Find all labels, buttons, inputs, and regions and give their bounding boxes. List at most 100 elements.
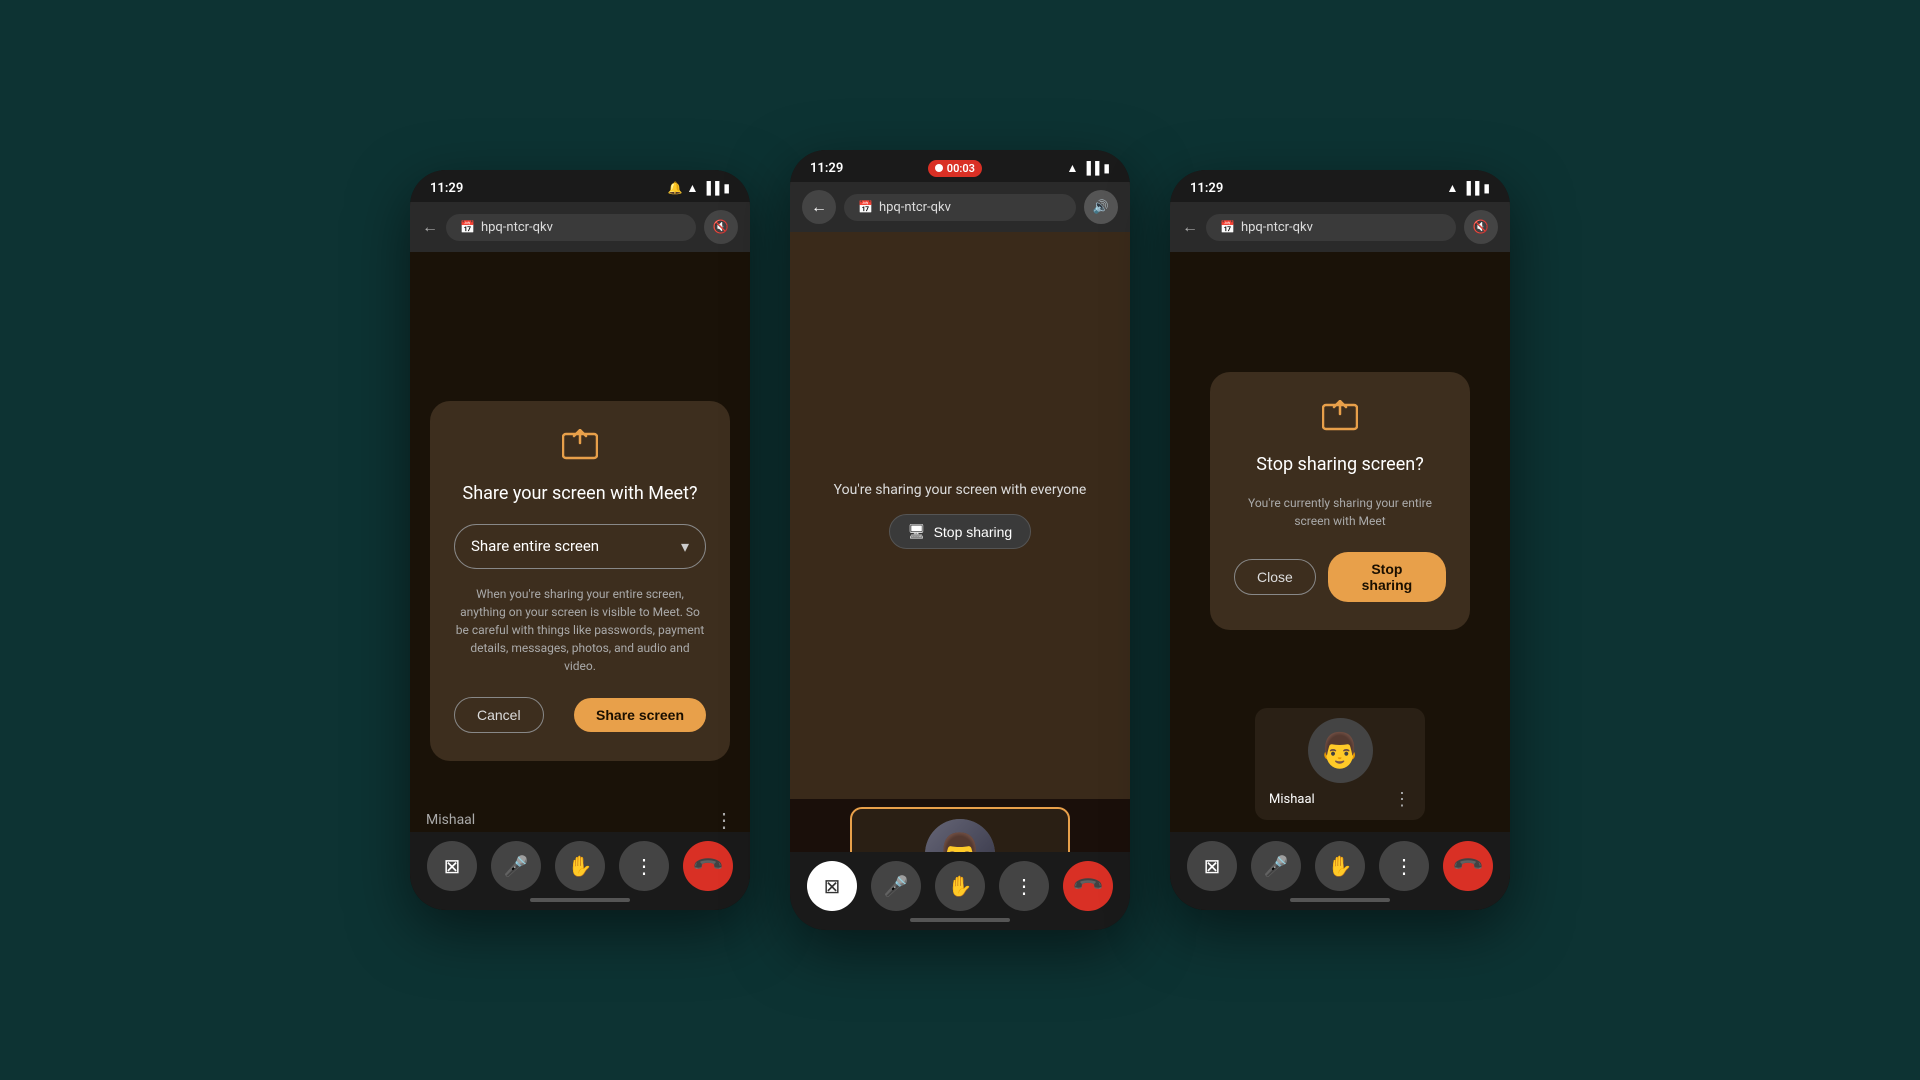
phone2-status-icons: ▲ ▐▐ ▮ — [1066, 161, 1110, 175]
phone3-dialog-card: Stop sharing screen? You're currently sh… — [1210, 372, 1470, 630]
phone3-dialog-actions: Close Stop sharing — [1234, 552, 1446, 602]
phone3-status-icons: ▲ ▐▐ ▮ — [1446, 181, 1490, 195]
phone3-url-bar[interactable]: 📅 hpq-ntcr-qkv — [1206, 214, 1456, 241]
phone3-end-call-button[interactable]: 📞 — [1443, 841, 1493, 891]
phone1-browser-bar: ← 📅 hpq-ntcr-qkv 🔇 — [410, 202, 750, 252]
phone3-dialog-title: Stop sharing screen? — [1234, 453, 1446, 476]
rec-dot — [935, 164, 943, 172]
phone2-back-button[interactable]: ← — [802, 190, 836, 224]
phone1-status-icons: 🔔 ▲ ▐▐ ▮ — [668, 181, 730, 195]
phone3-dialog-body: You're currently sharing your entire scr… — [1234, 494, 1446, 530]
phone3-time: 11:29 — [1190, 181, 1223, 196]
phone2-frame: 11:29 00:03 ▲ ▐▐ ▮ ← 📅 hpq-ntcr-qkv 🔊 — [790, 150, 1130, 930]
cancel-button[interactable]: Cancel — [454, 697, 544, 733]
battery-icon: ▮ — [1483, 181, 1490, 195]
phone2-time: 11:29 — [810, 161, 843, 176]
phone1-dialog-actions: Cancel Share screen — [454, 697, 706, 733]
phone2-browser-bar: ← 📅 hpq-ntcr-qkv 🔊 — [790, 182, 1130, 232]
phone3-tile-label: Mishaal ⋮ — [1265, 789, 1415, 810]
more-icon: ⋮ — [1014, 874, 1034, 898]
phone1-status-bar: 11:29 🔔 ▲ ▐▐ ▮ — [410, 170, 750, 202]
home-indicator — [530, 898, 630, 902]
phone1-more-icon[interactable]: ⋮ — [714, 808, 734, 832]
more-icon: ⋮ — [634, 854, 654, 878]
end-call-icon: 📞 — [1071, 869, 1106, 904]
audio-icon: 🔇 — [713, 220, 729, 235]
calendar-icon: 📅 — [858, 200, 873, 214]
phone2-mic-button[interactable]: 🎤 — [871, 861, 921, 911]
phone3-dialog-icon-area — [1234, 400, 1446, 439]
more-icon: ⋮ — [1394, 854, 1414, 878]
calendar-icon: 📅 — [1220, 220, 1235, 234]
wifi-icon: ▲ — [686, 181, 698, 195]
phone1-time: 11:29 — [430, 181, 463, 196]
mic-icon: 🎤 — [884, 874, 909, 898]
stop-sharing-confirm-button[interactable]: Stop sharing — [1328, 552, 1446, 602]
phone1-dropdown-value: Share entire screen — [471, 537, 599, 555]
hand-icon: ✋ — [568, 854, 593, 878]
signal-icon: ▐▐ — [1082, 161, 1099, 175]
wifi-icon: ▲ — [1446, 181, 1458, 195]
raise-hand-button[interactable]: ✋ — [555, 841, 605, 891]
phone3-body: Stop sharing screen? You're currently sh… — [1170, 252, 1510, 910]
phone3-status-bar: 11:29 ▲ ▐▐ ▮ — [1170, 170, 1510, 202]
phone3-user-avatar: 👨 — [1308, 718, 1373, 783]
battery-icon: ▮ — [723, 181, 730, 195]
stop-sharing-icon: 🖥 — [908, 523, 926, 540]
mic-icon: 🎤 — [1264, 854, 1289, 878]
phone3-tile-username: Mishaal — [1269, 792, 1315, 807]
phone2-audio-button[interactable]: 🔊 — [1084, 190, 1118, 224]
phone3-more-options-button[interactable]: ⋮ — [1379, 841, 1429, 891]
mic-button[interactable]: 🎤 — [491, 841, 541, 891]
camera-off-icon: ⊠ — [824, 874, 841, 898]
notification-icon: 🔔 — [668, 181, 683, 195]
battery-icon: ▮ — [1103, 161, 1110, 175]
end-call-icon: 📞 — [691, 849, 726, 884]
phone1-body: Share your screen with Meet? Share entir… — [410, 252, 750, 910]
stop-sharing-button[interactable]: 🖥 Stop sharing — [889, 514, 1031, 549]
phone3-audio-button[interactable]: 🔇 — [1464, 210, 1498, 244]
phone1-url-bar[interactable]: 📅 hpq-ntcr-qkv — [446, 214, 696, 241]
hand-icon: ✋ — [948, 874, 973, 898]
signal-icon: ▐▐ — [1462, 181, 1479, 195]
sharing-status-text: You're sharing your screen with everyone — [834, 482, 1087, 498]
phone1-back-button[interactable]: ← — [422, 217, 438, 237]
camera-off-icon: ⊠ — [444, 854, 461, 878]
screens-container: 11:29 🔔 ▲ ▐▐ ▮ ← 📅 hpq-ntcr-qkv 🔇 — [410, 150, 1510, 930]
end-call-icon: 📞 — [1451, 849, 1486, 884]
phone3-mic-button[interactable]: 🎤 — [1251, 841, 1301, 891]
phone2-url-bar[interactable]: 📅 hpq-ntcr-qkv — [844, 194, 1076, 221]
audio-on-icon: 🔊 — [1093, 200, 1109, 215]
mic-icon: 🎤 — [504, 854, 529, 878]
phone1-url-text: hpq-ntcr-qkv — [481, 220, 553, 235]
phone3-tile-more-icon[interactable]: ⋮ — [1393, 789, 1411, 810]
phone1-warning-text: When you're sharing your entire screen, … — [454, 585, 706, 675]
share-screen-button[interactable]: Share screen — [574, 698, 706, 732]
phone1-user-name: Mishaal — [426, 812, 475, 828]
phone1-frame: 11:29 🔔 ▲ ▐▐ ▮ ← 📅 hpq-ntcr-qkv 🔇 — [410, 170, 750, 910]
phone3-home-indicator — [1290, 898, 1390, 902]
camera-toggle-button[interactable]: ⊠ — [427, 841, 477, 891]
more-options-button[interactable]: ⋮ — [619, 841, 669, 891]
phone3-back-button[interactable]: ← — [1182, 217, 1198, 237]
chevron-down-icon: ▾ — [681, 537, 689, 556]
end-call-button[interactable]: 📞 — [683, 841, 733, 891]
audio-icon: 🔇 — [1473, 220, 1489, 235]
phone3-url-text: hpq-ntcr-qkv — [1241, 220, 1313, 235]
close-button[interactable]: Close — [1234, 559, 1316, 595]
phone2-more-options-button[interactable]: ⋮ — [999, 861, 1049, 911]
wifi-icon: ▲ — [1066, 161, 1078, 175]
phone1-audio-button[interactable]: 🔇 — [704, 210, 738, 244]
back-icon: ← — [811, 197, 827, 217]
recording-timer: 00:03 — [947, 162, 975, 175]
phone2-end-call-button[interactable]: 📞 — [1063, 861, 1113, 911]
stop-sharing-label: Stop sharing — [934, 524, 1013, 540]
share-screen-icon — [562, 429, 598, 461]
phone2-raise-hand-button[interactable]: ✋ — [935, 861, 985, 911]
phone1-dropdown[interactable]: Share entire screen ▾ — [454, 524, 706, 569]
phone3-camera-toggle-button[interactable]: ⊠ — [1187, 841, 1237, 891]
signal-icon: ▐▐ — [702, 181, 719, 195]
phone2-camera-toggle-button[interactable]: ⊠ — [807, 861, 857, 911]
phone3-raise-hand-button[interactable]: ✋ — [1315, 841, 1365, 891]
phone2-home-indicator — [910, 918, 1010, 922]
